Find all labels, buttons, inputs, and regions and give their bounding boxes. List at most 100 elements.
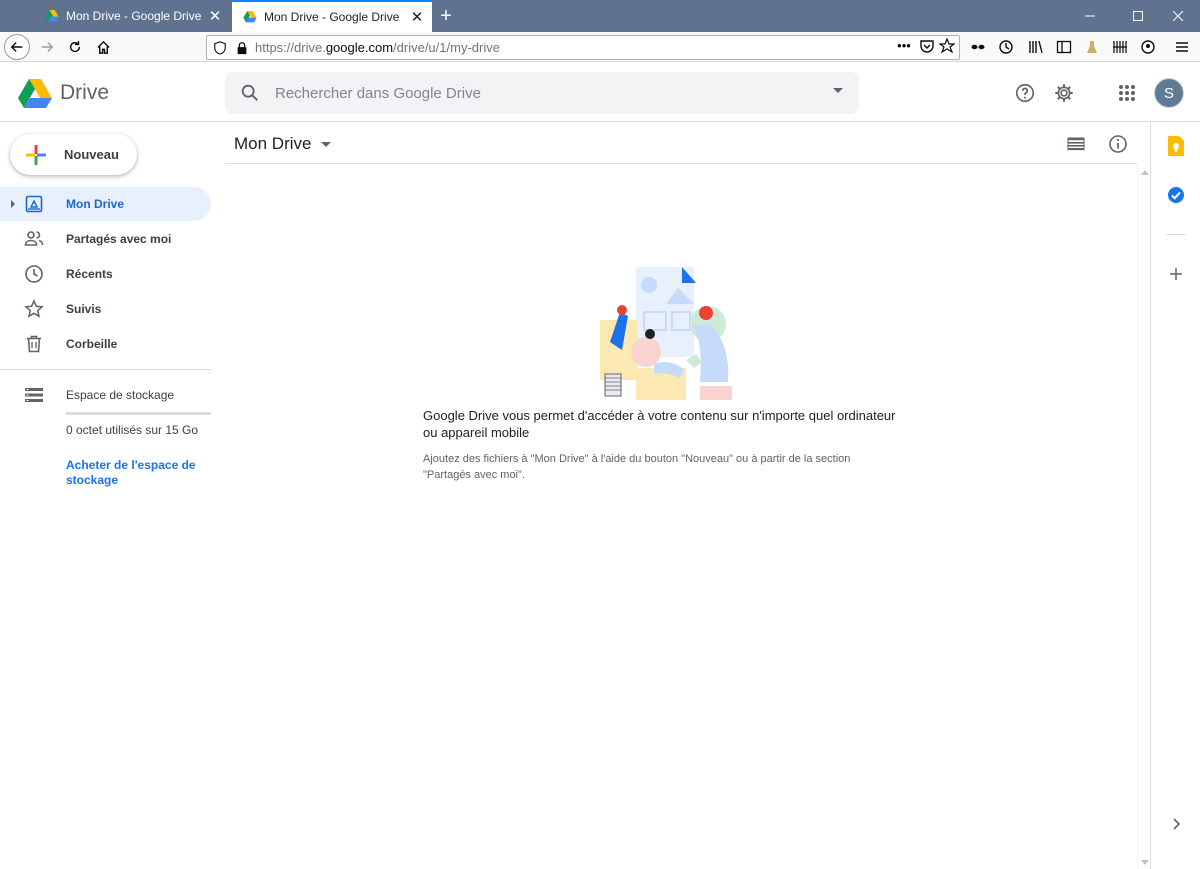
browser-navigation-bar: https://drive.google.com/drive/u/1/my-dr… bbox=[0, 32, 1200, 62]
url-bar[interactable]: https://drive.google.com/drive/u/1/my-dr… bbox=[206, 35, 960, 60]
page-title: Mon Drive bbox=[234, 134, 312, 153]
sidebar-toggle-icon[interactable] bbox=[1054, 37, 1074, 57]
breadcrumb[interactable]: Mon Drive bbox=[234, 134, 332, 154]
back-button[interactable] bbox=[4, 34, 30, 60]
extension-flask-icon[interactable] bbox=[1082, 37, 1102, 57]
storage-label: Espace de stockage bbox=[66, 388, 175, 402]
forward-arrow-icon bbox=[41, 42, 54, 52]
keep-button[interactable] bbox=[1166, 136, 1186, 156]
chevron-right-icon bbox=[1173, 818, 1181, 830]
chevron-down-icon bbox=[321, 141, 332, 147]
gear-icon bbox=[1055, 84, 1073, 102]
minimize-window-icon[interactable] bbox=[1068, 0, 1112, 32]
storage-icon bbox=[25, 388, 43, 402]
page-actions-menu-icon[interactable]: ••• bbox=[893, 38, 915, 54]
star-icon bbox=[24, 299, 44, 318]
trash-icon bbox=[27, 335, 41, 353]
my-drive-icon bbox=[25, 195, 43, 213]
search-input[interactable] bbox=[275, 72, 815, 114]
sidebar-item-my-drive[interactable]: Mon Drive bbox=[0, 187, 211, 221]
drive-favicon-icon bbox=[45, 10, 59, 22]
apps-grid-icon bbox=[1119, 85, 1135, 101]
close-tab-icon[interactable]: ✕ bbox=[406, 6, 428, 28]
sidebar-item-label: Corbeille bbox=[66, 337, 118, 351]
tasks-button[interactable] bbox=[1166, 185, 1186, 205]
info-icon bbox=[1109, 135, 1127, 153]
help-button[interactable] bbox=[1012, 80, 1038, 106]
url-text[interactable]: https://drive.google.com/drive/u/1/my-dr… bbox=[255, 40, 500, 55]
pocket-icon[interactable] bbox=[919, 38, 935, 54]
forward-button[interactable] bbox=[34, 34, 60, 60]
lock-icon[interactable] bbox=[235, 41, 249, 55]
plus-icon bbox=[1170, 268, 1182, 280]
tab-title: Mon Drive - Google Drive bbox=[264, 10, 400, 24]
empty-state-title: Google Drive vous permet d'accéder à vot… bbox=[423, 408, 896, 440]
hamburger-menu-icon[interactable] bbox=[1172, 37, 1192, 57]
drive-favicon-icon bbox=[243, 11, 257, 23]
sidebar-item-recent[interactable]: Récents bbox=[0, 257, 211, 291]
new-button-label: Nouveau bbox=[64, 147, 119, 162]
side-panel bbox=[1150, 122, 1200, 869]
reload-button[interactable] bbox=[62, 34, 88, 60]
get-addons-button[interactable] bbox=[1166, 264, 1186, 284]
sidebar-divider bbox=[0, 369, 211, 370]
extension-grid-icon[interactable] bbox=[1110, 37, 1130, 57]
history-icon[interactable] bbox=[996, 37, 1016, 57]
tasks-icon bbox=[1168, 187, 1184, 203]
maximize-window-icon[interactable] bbox=[1116, 0, 1160, 32]
reload-icon bbox=[69, 40, 81, 53]
home-icon bbox=[96, 40, 110, 54]
sidebar-item-shared[interactable]: Partagés avec moi bbox=[0, 222, 211, 256]
sidebar-item-label: Partagés avec moi bbox=[66, 232, 172, 246]
sidebar-item-label: Récents bbox=[66, 267, 113, 281]
new-button[interactable]: Nouveau bbox=[10, 134, 137, 175]
shield-icon[interactable] bbox=[213, 40, 227, 55]
new-tab-icon[interactable]: + bbox=[434, 4, 458, 28]
list-view-button[interactable] bbox=[1065, 133, 1087, 155]
browser-tab-strip: Mon Drive - Google Drive ✕ Mon Drive - G… bbox=[0, 0, 1200, 32]
panel-divider bbox=[1166, 234, 1186, 235]
account-avatar[interactable]: S bbox=[1154, 78, 1184, 108]
home-button[interactable] bbox=[90, 34, 116, 60]
browser-tab-2[interactable]: Mon Drive - Google Drive ✕ bbox=[232, 0, 432, 32]
drive-app-name[interactable]: Drive bbox=[60, 81, 109, 105]
storage-usage-bar bbox=[66, 412, 211, 415]
empty-state-illustration bbox=[600, 267, 732, 400]
hide-panel-button[interactable] bbox=[1166, 814, 1186, 834]
close-window-icon[interactable] bbox=[1156, 0, 1200, 32]
help-icon bbox=[1015, 83, 1035, 103]
drive-logo-icon[interactable] bbox=[18, 78, 52, 108]
google-apps-button[interactable] bbox=[1114, 80, 1140, 106]
mask-icon[interactable] bbox=[968, 37, 988, 57]
search-options-dropdown-icon[interactable] bbox=[833, 88, 843, 93]
keep-icon bbox=[1168, 136, 1184, 156]
shared-icon bbox=[24, 231, 44, 246]
list-view-icon bbox=[1067, 137, 1085, 151]
sidebar-item-label: Suivis bbox=[66, 302, 102, 316]
storage-used-text: 0 octet utilisés sur 15 Go bbox=[66, 423, 199, 437]
sidebar-item-trash[interactable]: Corbeille bbox=[0, 327, 211, 361]
tab-title: Mon Drive - Google Drive bbox=[66, 9, 202, 23]
buy-storage-link[interactable]: Acheter de l'espace de stockage bbox=[66, 458, 206, 488]
sidebar-item-storage[interactable]: Espace de stockage bbox=[0, 378, 211, 412]
search-icon[interactable] bbox=[239, 82, 261, 104]
expand-arrow-icon[interactable] bbox=[11, 200, 15, 208]
settings-button[interactable] bbox=[1051, 80, 1077, 106]
details-button[interactable] bbox=[1107, 133, 1129, 155]
scroll-down-icon[interactable] bbox=[1141, 860, 1149, 865]
sidebar-item-label: Mon Drive bbox=[66, 197, 125, 211]
multicolor-plus-icon bbox=[26, 144, 46, 165]
content-scrollbar[interactable] bbox=[1137, 164, 1150, 869]
search-box[interactable] bbox=[225, 72, 859, 114]
recent-clock-icon bbox=[25, 265, 43, 283]
empty-state-description: Ajoutez des fichiers à "Mon Drive" à l'a… bbox=[423, 453, 851, 481]
bookmark-star-icon[interactable] bbox=[939, 38, 955, 54]
content-divider bbox=[225, 163, 1137, 164]
sidebar-item-starred[interactable]: Suivis bbox=[0, 292, 211, 326]
browser-tab-1[interactable]: Mon Drive - Google Drive ✕ bbox=[34, 0, 230, 32]
account-icon[interactable] bbox=[1138, 37, 1158, 57]
scroll-up-icon[interactable] bbox=[1141, 170, 1149, 175]
close-tab-icon[interactable]: ✕ bbox=[204, 5, 226, 27]
library-icon[interactable] bbox=[1026, 37, 1046, 57]
drive-header: Drive S bbox=[0, 62, 1200, 122]
